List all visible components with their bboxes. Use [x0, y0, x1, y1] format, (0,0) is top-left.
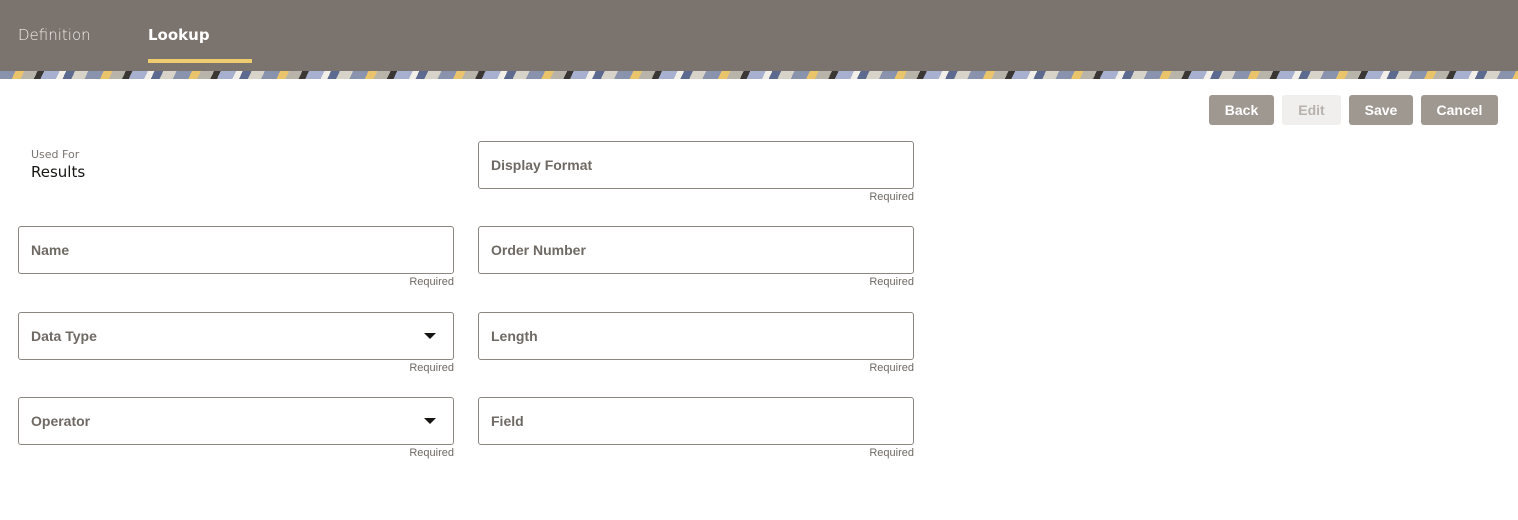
name-required: Required	[409, 276, 454, 288]
used-for-readonly: Used For Results	[31, 147, 85, 182]
name-field[interactable]: Name	[18, 226, 454, 274]
order-number-placeholder: Order Number	[491, 242, 586, 258]
display-format-field[interactable]: Display Format	[478, 141, 914, 189]
tab-definition[interactable]: Definition	[18, 0, 91, 71]
used-for-value: Results	[31, 163, 86, 181]
field-required: Required	[869, 447, 914, 459]
name-placeholder: Name	[31, 242, 70, 258]
edit-button: Edit	[1282, 95, 1341, 125]
field-input[interactable]: Field	[478, 397, 914, 445]
order-number-field[interactable]: Order Number	[478, 226, 914, 274]
operator-select[interactable]: Operator	[18, 397, 454, 445]
chevron-down-icon[interactable]	[424, 418, 436, 424]
decorative-banner-strip	[0, 71, 1518, 79]
length-placeholder: Length	[491, 328, 538, 344]
order-number-required: Required	[869, 276, 914, 288]
active-tab-indicator	[148, 59, 252, 63]
save-button[interactable]: Save	[1349, 95, 1413, 125]
display-format-required: Required	[869, 191, 914, 203]
length-required: Required	[869, 362, 914, 374]
cancel-button[interactable]: Cancel	[1421, 95, 1498, 125]
tab-lookup-fields[interactable]: Lookup Fields	[148, 0, 252, 115]
chevron-down-icon[interactable]	[424, 333, 436, 339]
back-button[interactable]: Back	[1209, 95, 1274, 125]
display-format-placeholder: Display Format	[491, 157, 593, 173]
data-type-required: Required	[409, 362, 454, 374]
page-header: Definition Lookup Fields	[0, 0, 1518, 115]
used-for-label: Used For	[31, 148, 80, 161]
data-type-placeholder: Data Type	[31, 328, 97, 344]
operator-placeholder: Operator	[31, 413, 91, 429]
data-type-select[interactable]: Data Type	[18, 312, 454, 360]
length-field[interactable]: Length	[478, 312, 914, 360]
tab-definition-label: Definition	[18, 26, 91, 44]
field-placeholder: Field	[491, 413, 524, 429]
operator-required: Required	[409, 447, 454, 459]
